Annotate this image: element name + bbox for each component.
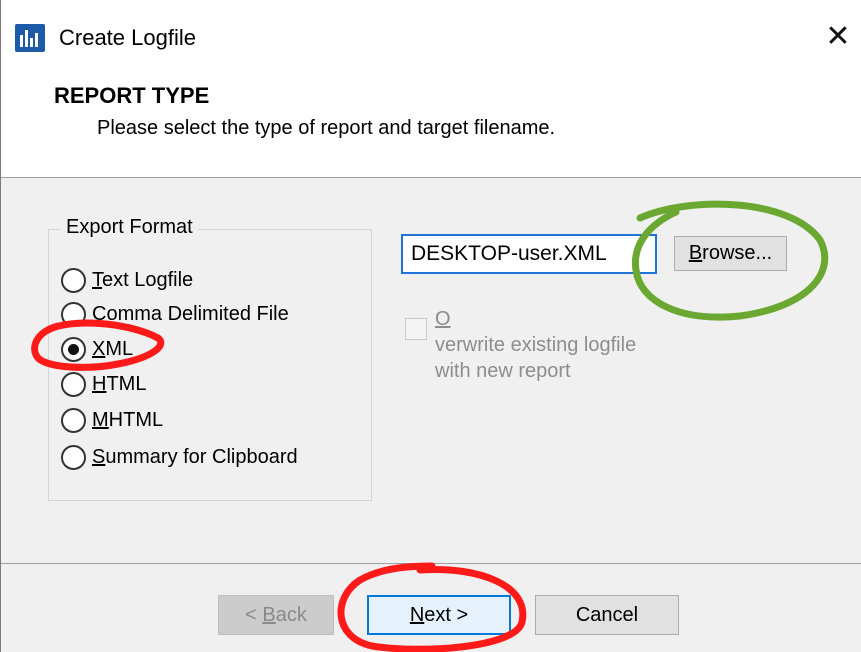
overwrite-checkbox[interactable] bbox=[405, 318, 427, 340]
radio-mhtml[interactable]: MHTML bbox=[61, 405, 163, 435]
radio-label: HTML bbox=[92, 372, 147, 395]
title-bar: Create Logfile ✕ bbox=[1, 0, 861, 72]
radio-button-icon bbox=[61, 444, 86, 470]
radio-button-icon bbox=[61, 371, 86, 397]
overwrite-checkbox-label: Overwrite existing logfile with new repo… bbox=[435, 308, 637, 382]
radio-label: XML bbox=[92, 337, 134, 360]
page-title: REPORT TYPE bbox=[54, 83, 210, 108]
export-format-legend: Export Format bbox=[61, 216, 198, 239]
radio-label: Summary for Clipboard bbox=[92, 445, 298, 468]
radio-button-icon bbox=[61, 267, 86, 293]
create-logfile-dialog: Create Logfile ✕ REPORT TYPE Please sele… bbox=[0, 0, 861, 652]
app-icon bbox=[15, 24, 45, 52]
radio-text-logfile[interactable]: Text Logfile bbox=[61, 265, 193, 295]
radio-html[interactable]: HTML bbox=[61, 369, 146, 399]
radio-comma-delimited[interactable]: Comma Delimited File bbox=[61, 299, 289, 329]
close-icon[interactable]: ✕ bbox=[821, 20, 855, 54]
footer-divider bbox=[1, 563, 861, 564]
radio-label: Text Logfile bbox=[92, 268, 194, 291]
radio-label: MHTML bbox=[92, 408, 164, 431]
radio-button-icon bbox=[61, 407, 86, 433]
filename-input[interactable] bbox=[401, 234, 657, 274]
cancel-button[interactable]: Cancel bbox=[535, 595, 679, 635]
wizard-header: REPORT TYPE Please select the type of re… bbox=[1, 72, 861, 178]
page-subtitle: Please select the type of report and tar… bbox=[97, 117, 556, 139]
radio-summary-clipboard[interactable]: Summary for Clipboard bbox=[61, 442, 298, 472]
radio-button-checked-icon bbox=[61, 336, 86, 362]
next-button[interactable]: Next > bbox=[367, 595, 511, 635]
radio-button-icon bbox=[61, 301, 86, 327]
window-title: Create Logfile bbox=[59, 25, 196, 50]
back-button[interactable]: < Back bbox=[218, 595, 334, 635]
radio-label: Comma Delimited File bbox=[92, 302, 289, 325]
radio-xml[interactable]: XML bbox=[61, 334, 133, 364]
browse-button[interactable]: Browse... bbox=[674, 236, 787, 271]
